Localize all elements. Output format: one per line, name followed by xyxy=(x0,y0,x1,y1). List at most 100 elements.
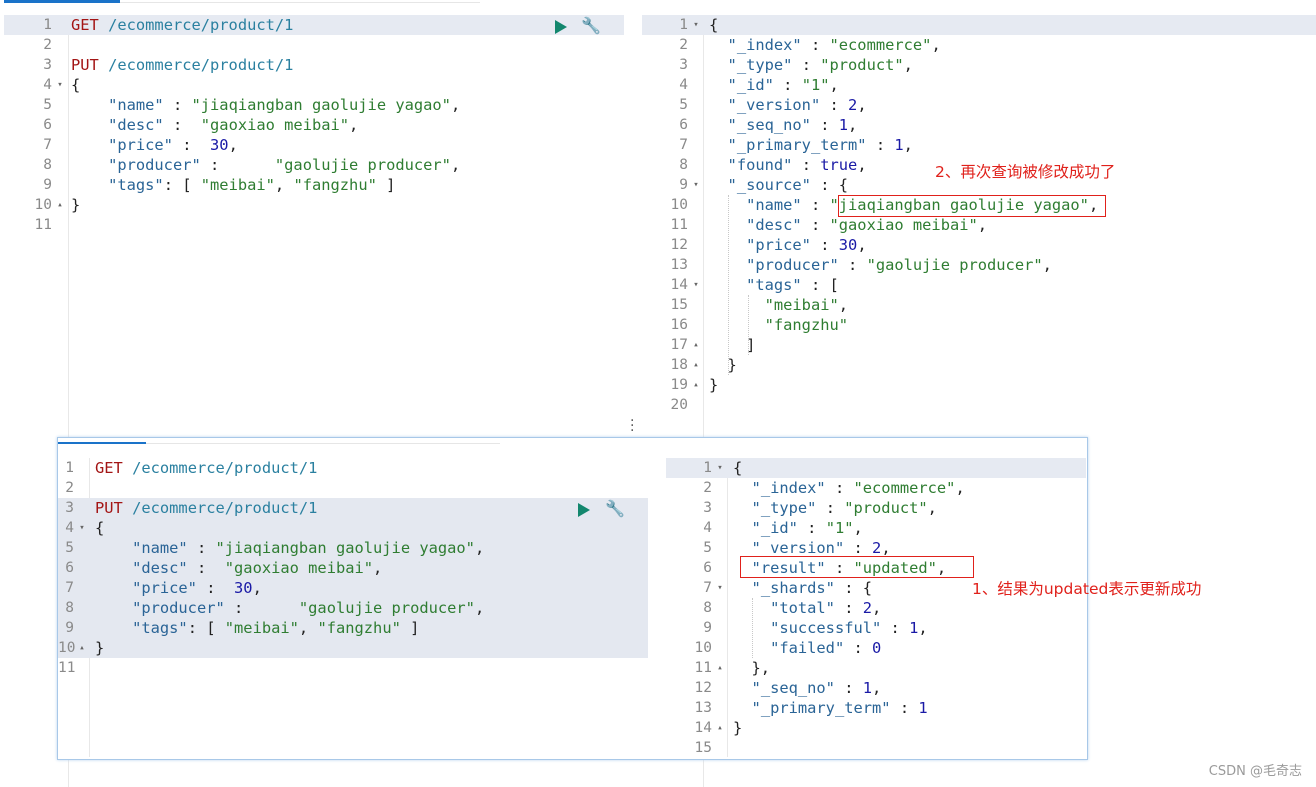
code-line[interactable]: 17 ▴ ] xyxy=(642,335,1316,355)
code-text: "_index" : "ecommerce", xyxy=(727,36,941,54)
code-line[interactable]: 3 "_type" : "product", xyxy=(666,498,1086,518)
wrench-icon[interactable]: 🔧 xyxy=(581,17,601,35)
code-line[interactable]: 1 ▾ { xyxy=(642,15,1316,35)
code-line[interactable]: 12 "price" : 30, xyxy=(642,235,1316,255)
fold-close-icon[interactable]: ▴ xyxy=(54,195,66,215)
code-line[interactable]: 1 ▾ { xyxy=(666,458,1086,478)
code-line[interactable]: 8 "producer" : "gaolujie producer", xyxy=(4,155,624,175)
code-line[interactable]: 14 ▴} xyxy=(666,718,1086,738)
code-line[interactable]: 5 "name" : "jiaqiangban gaolujie yagao", xyxy=(4,95,624,115)
annotation-box-name xyxy=(838,195,1106,217)
code-line[interactable]: 7 "price" : 30, xyxy=(58,578,648,598)
code-text: "found" : true, xyxy=(727,156,867,174)
bottom-tab-indicator[interactable] xyxy=(58,442,146,444)
code-line[interactable]: 4 "_id" : "1", xyxy=(666,518,1086,538)
code-line[interactable]: 11 xyxy=(4,215,624,235)
code-line[interactable]: 8 "total" : 2, xyxy=(666,598,1086,618)
code-line[interactable]: 5 "_version" : 2, xyxy=(666,538,1086,558)
code-line[interactable]: 15 xyxy=(666,738,1086,757)
code-line[interactable]: 6 "_seq_no" : 1, xyxy=(642,115,1316,135)
code-line[interactable]: 6 "desc" : "gaoxiao meibai", xyxy=(4,115,624,135)
code-text: "desc" : "gaoxiao meibai", xyxy=(108,116,359,134)
code-line[interactable]: 9 "successful" : 1, xyxy=(666,618,1086,638)
code-line[interactable]: 3 "_type" : "product", xyxy=(642,55,1316,75)
fold-open-icon[interactable]: ▾ xyxy=(690,15,702,35)
fold-close-icon[interactable]: ▴ xyxy=(690,355,702,375)
code-line[interactable]: 4 ▾ { xyxy=(58,518,648,538)
line-number: 9 xyxy=(43,177,52,193)
code-line[interactable]: 3 PUT /ecommerce/product/1 xyxy=(58,498,648,518)
code-line[interactable]: 15 "meibai", xyxy=(642,295,1316,315)
fold-open-icon[interactable]: ▾ xyxy=(690,275,702,295)
bottom-request-editor[interactable]: 1 GET /ecommerce/product/1 2 3 PUT /ecommerc… xyxy=(58,458,648,757)
code-line[interactable]: 7 "_primary_term" : 1, xyxy=(642,135,1316,155)
code-line[interactable]: 1 GET /ecommerce/product/1 xyxy=(4,15,624,35)
code-line[interactable]: 14 ▾ "tags" : [ xyxy=(642,275,1316,295)
line-number: 10 xyxy=(670,197,688,213)
code-line[interactable]: 11 "desc" : "gaoxiao meibai", xyxy=(642,215,1316,235)
line-number: 4 xyxy=(703,520,712,536)
code-line[interactable]: 3 PUT /ecommerce/product/1 xyxy=(4,55,624,75)
line-number: 9 xyxy=(679,177,688,193)
code-line[interactable]: 8 "producer" : "gaolujie producer", xyxy=(58,598,648,618)
code-line[interactable]: 2 "_index" : "ecommerce", xyxy=(666,478,1086,498)
code-text: "meibai", xyxy=(764,296,849,314)
fold-open-icon[interactable]: ▾ xyxy=(76,518,88,538)
code-line[interactable]: 1 GET /ecommerce/product/1 xyxy=(58,458,648,478)
code-line[interactable]: 19 ▴} xyxy=(642,375,1316,395)
code-line[interactable]: 2 xyxy=(4,35,624,55)
code-text: "tags": [ "meibai", "fangzhu" ] xyxy=(132,619,420,637)
play-icon[interactable] xyxy=(555,20,567,34)
play-icon[interactable] xyxy=(578,503,590,517)
code-line[interactable]: 7 "price" : 30, xyxy=(4,135,624,155)
code-line[interactable]: 13 "producer" : "gaolujie producer", xyxy=(642,255,1316,275)
code-line[interactable]: 10 "failed" : 0 xyxy=(666,638,1086,658)
fold-close-icon[interactable]: ▴ xyxy=(690,335,702,355)
fold-close-icon[interactable]: ▴ xyxy=(714,658,726,678)
code-line[interactable]: 9 "tags": [ "meibai", "fangzhu" ] xyxy=(58,618,648,638)
line-number: 2 xyxy=(679,37,688,53)
line-number: 8 xyxy=(679,157,688,173)
wrench-icon[interactable]: 🔧 xyxy=(605,500,625,518)
code-line[interactable]: 10 ▴} xyxy=(4,195,624,215)
line-number: 1 xyxy=(679,17,688,33)
fold-close-icon[interactable]: ▴ xyxy=(690,375,702,395)
code-line[interactable]: 2 "_index" : "ecommerce", xyxy=(642,35,1316,55)
code-line[interactable]: 20 xyxy=(642,395,1316,415)
code-text: "price" : 30, xyxy=(746,236,867,254)
code-line[interactable]: 9 "tags": [ "meibai", "fangzhu" ] xyxy=(4,175,624,195)
fold-close-icon[interactable]: ▴ xyxy=(76,638,88,658)
code-text: "price" : 30, xyxy=(108,136,238,154)
code-text: "_source" : { xyxy=(727,176,849,194)
code-line[interactable]: 5 "name" : "jiaqiangban gaolujie yagao", xyxy=(58,538,648,558)
code-line[interactable]: 16 "fangzhu" xyxy=(642,315,1316,335)
fold-open-icon[interactable]: ▾ xyxy=(714,458,726,478)
bottom-response-viewer[interactable]: 1 ▾{2 "_index" : "ecommerce", 3 "_type" : … xyxy=(666,458,1086,757)
code-line[interactable]: 11 ▴ }, xyxy=(666,658,1086,678)
fold-open-icon[interactable]: ▾ xyxy=(690,175,702,195)
line-number: 5 xyxy=(43,97,52,113)
code-line[interactable]: 5 "_version" : 2, xyxy=(642,95,1316,115)
code-line[interactable]: 12 "_seq_no" : 1, xyxy=(666,678,1086,698)
code-text: "total" : 2, xyxy=(770,599,882,617)
code-line[interactable]: 6 "desc" : "gaoxiao meibai", xyxy=(58,558,648,578)
line-number: 20 xyxy=(670,397,688,413)
indent-guide xyxy=(752,598,753,658)
code-line[interactable]: 4 ▾ { xyxy=(4,75,624,95)
fold-open-icon[interactable]: ▾ xyxy=(714,578,726,598)
top-tab-indicator[interactable] xyxy=(4,0,120,3)
code-line[interactable]: 10 ▴} xyxy=(58,638,648,658)
code-line[interactable]: 2 xyxy=(58,478,648,498)
code-line[interactable]: 13 "_primary_term" : 1 xyxy=(666,698,1086,718)
code-text: "_seq_no" : 1, xyxy=(751,679,882,697)
code-text: "name" : "jiaqiangban gaolujie yagao", xyxy=(132,539,485,557)
code-line[interactable]: 18 ▴ } xyxy=(642,355,1316,375)
line-number: 7 xyxy=(65,580,74,596)
fold-open-icon[interactable]: ▾ xyxy=(54,75,66,95)
code-line[interactable]: 11 xyxy=(58,658,648,678)
code-line[interactable]: 4 "_id" : "1", xyxy=(642,75,1316,95)
code-text: "producer" : "gaolujie producer", xyxy=(746,256,1052,274)
line-number: 18 xyxy=(670,357,688,373)
fold-close-icon[interactable]: ▴ xyxy=(714,718,726,738)
vertical-dots-icon[interactable]: · · · xyxy=(630,414,634,438)
